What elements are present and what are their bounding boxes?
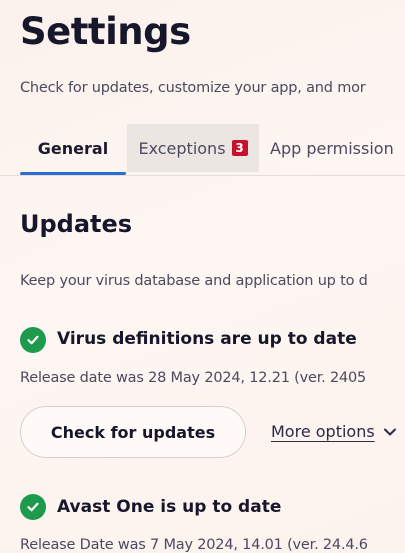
check-circle-icon — [20, 327, 46, 353]
check-for-updates-button[interactable]: Check for updates — [20, 406, 246, 458]
more-options-link[interactable]: More options — [271, 422, 397, 441]
updates-section-description: Keep your virus database and application… — [20, 273, 368, 289]
virus-definitions-status: Virus definitions are up to date — [57, 329, 357, 349]
app-release-date: Release Date was 7 May 2024, 14.01 (ver.… — [20, 537, 368, 553]
check-for-updates-label: Check for updates — [50, 422, 216, 442]
check-circle-icon — [20, 494, 46, 520]
app-update-status: Avast One is up to date — [57, 497, 282, 517]
chevron-down-icon — [383, 422, 397, 441]
page-title: Settings — [20, 10, 191, 53]
virus-definitions-release-date: Release date was 28 May 2024, 12.21 (ver… — [20, 370, 367, 386]
page-subtitle: Check for updates, customize your app, a… — [20, 80, 366, 96]
tab-exceptions[interactable]: Exceptions 3 — [127, 124, 259, 172]
tab-exceptions-label: Exceptions — [138, 138, 226, 158]
tab-general[interactable]: General — [20, 124, 126, 175]
settings-tabs: General Exceptions 3 App permission — [0, 124, 405, 176]
more-options-label: More options — [271, 422, 375, 441]
exceptions-count-badge: 3 — [231, 140, 248, 156]
tab-app-permissions-label: App permission — [270, 138, 394, 158]
tab-app-permissions[interactable]: App permission — [270, 124, 405, 172]
tabs-divider — [0, 175, 405, 176]
tab-general-label: General — [37, 138, 109, 158]
updates-section-title: Updates — [20, 210, 133, 238]
